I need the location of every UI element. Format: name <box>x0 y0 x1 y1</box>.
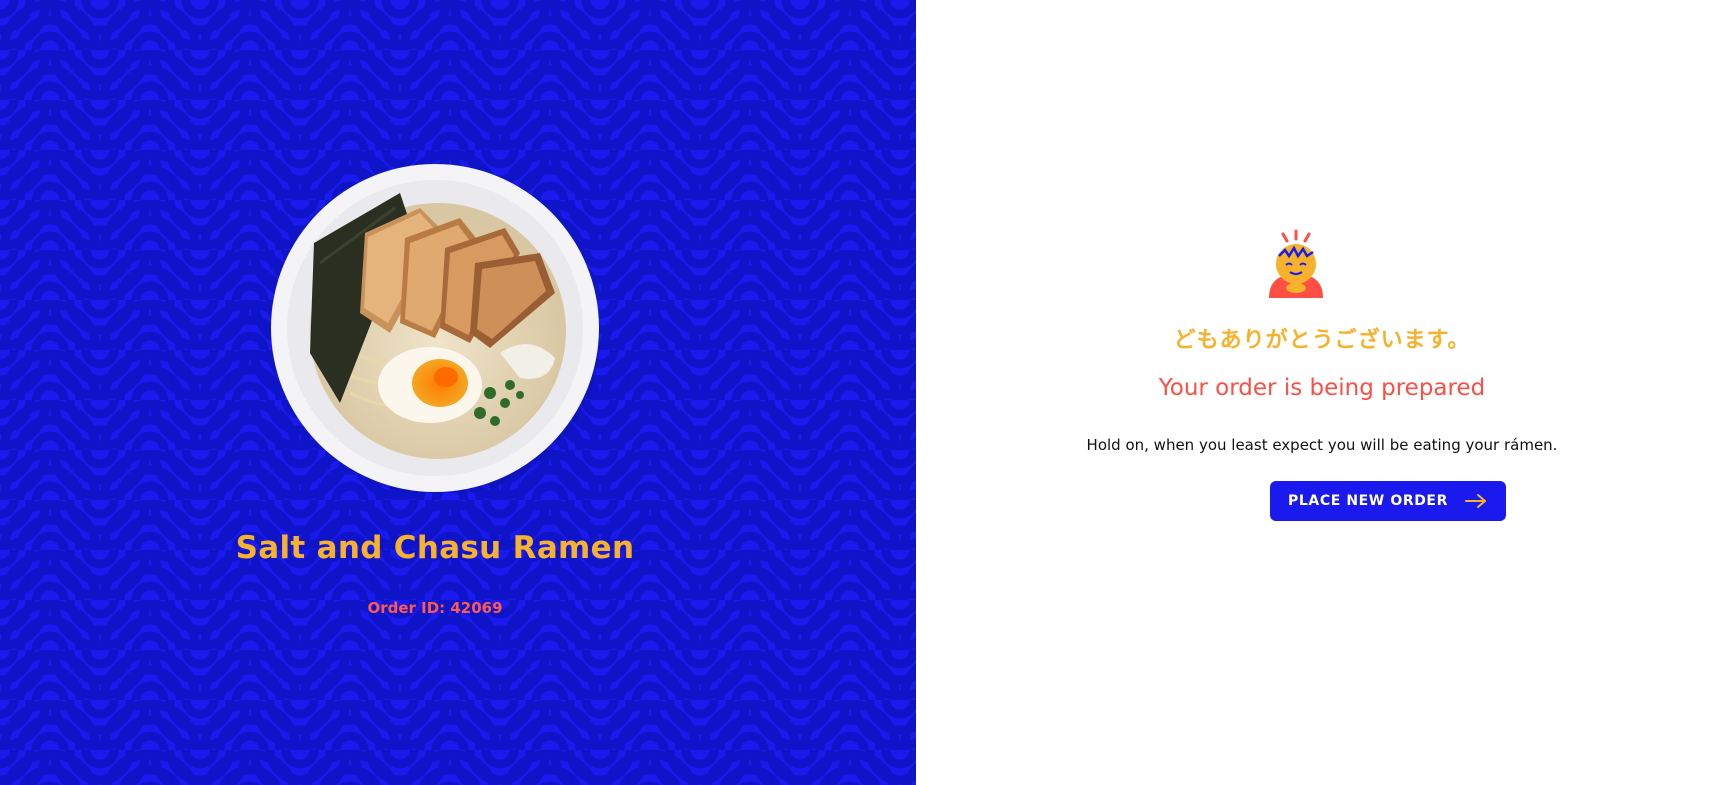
mascot-icon <box>1269 229 1323 298</box>
order-id: Order ID: 42069 <box>367 599 503 617</box>
place-new-order-label: PLACE NEW ORDER <box>1288 493 1448 509</box>
order-confirmation-page: Salt and Chasu Ramen Order ID: 42069 どもあ… <box>0 0 1728 785</box>
place-new-order-button[interactable]: PLACE NEW ORDER <box>1270 481 1506 521</box>
thank-you-japanese: どもありがとうございます。 <box>1173 328 1471 353</box>
ramen-bowl-image <box>271 164 600 493</box>
order-status-hint: Hold on, when you least expect you will … <box>1086 436 1558 454</box>
dish-name: Salt and Chasu Ramen <box>235 530 635 566</box>
order-status-title: Your order is being prepared <box>1158 375 1486 401</box>
order-summary-panel: Salt and Chasu Ramen Order ID: 42069 <box>0 0 916 785</box>
arrow-right-icon <box>1465 494 1486 508</box>
confirmation-panel: どもありがとうございます。 Your order is being prepar… <box>916 0 1728 785</box>
